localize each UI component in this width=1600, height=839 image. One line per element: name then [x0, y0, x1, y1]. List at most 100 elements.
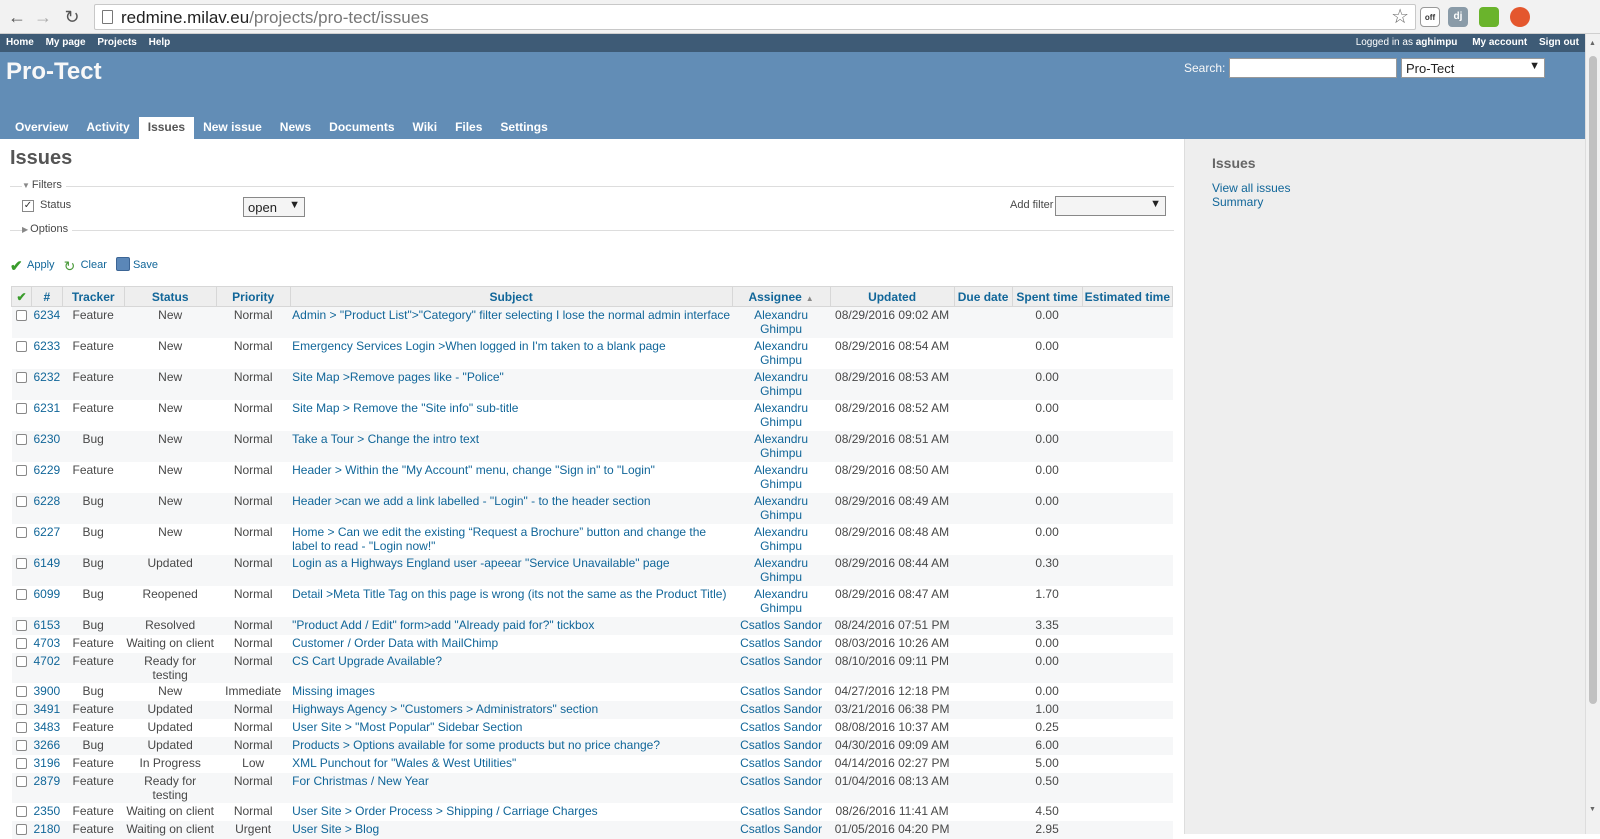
table-row[interactable]: 6234 Feature New Normal Admin > "Product Lis… — [11, 306, 1173, 338]
issue-subject[interactable]: User Site > Order Process > Shipping / C… — [290, 802, 733, 821]
issue-assignee[interactable]: Alexandru Ghimpu — [732, 585, 831, 617]
issue-subject[interactable]: Detail >Meta Title Tag on this page is w… — [290, 585, 733, 617]
issue-id[interactable]: 3491 — [31, 700, 63, 719]
column-header-due-date[interactable]: Due date — [953, 286, 1013, 307]
issue-assignee[interactable]: Csatlos Sandor — [732, 652, 831, 683]
bookmark-star-icon[interactable]: ☆ — [1391, 5, 1409, 29]
row-checkbox[interactable] — [11, 368, 32, 400]
row-checkbox[interactable] — [11, 718, 32, 737]
tab-settings[interactable]: Settings — [491, 117, 556, 139]
issue-subject[interactable]: Site Map > Remove the "Site info" sub-ti… — [290, 399, 733, 431]
issue-assignee[interactable]: Csatlos Sandor — [732, 736, 831, 755]
table-row[interactable]: 3483 Feature Updated Normal User Site > "Mos… — [11, 718, 1173, 737]
issue-subject[interactable]: Products > Options available for some pr… — [290, 736, 733, 755]
issue-id[interactable]: 4703 — [31, 634, 63, 653]
apply-button[interactable]: Apply — [27, 259, 55, 271]
row-checkbox[interactable] — [11, 754, 32, 773]
row-checkbox[interactable] — [11, 523, 32, 555]
column-header-id[interactable]: # — [30, 286, 63, 307]
issue-id[interactable]: 3266 — [31, 736, 63, 755]
table-row[interactable]: 2180 Feature Waiting on client Urgent User S… — [11, 820, 1173, 839]
row-checkbox[interactable] — [11, 430, 32, 462]
table-row[interactable]: 4702 Feature Ready for testing Normal CS Car… — [11, 652, 1173, 683]
table-row[interactable]: 6227 Bug New Normal Home > Can we edit the e… — [11, 523, 1173, 555]
row-checkbox[interactable] — [11, 736, 32, 755]
table-row[interactable]: 2350 Feature Waiting on client Normal User S… — [11, 802, 1173, 821]
issue-assignee[interactable]: Csatlos Sandor — [732, 754, 831, 773]
issue-id[interactable]: 2180 — [31, 820, 63, 839]
extension-dj-icon[interactable]: dj — [1448, 7, 1468, 27]
row-checkbox[interactable] — [11, 585, 32, 617]
extension-green-icon[interactable] — [1479, 7, 1499, 27]
table-row[interactable]: 6153 Bug Resolved Normal "Product Add / Edit… — [11, 616, 1173, 635]
table-row[interactable]: 6233 Feature New Normal Emergency Services L… — [11, 337, 1173, 369]
row-checkbox[interactable] — [11, 337, 32, 369]
issue-subject[interactable]: CS Cart Upgrade Available? — [290, 652, 733, 683]
tab-activity[interactable]: Activity — [77, 117, 138, 139]
issue-id[interactable]: 3483 — [31, 718, 63, 737]
issue-subject[interactable]: User Site > Blog — [290, 820, 733, 839]
issue-subject[interactable]: Highways Agency > "Customers > Administr… — [290, 700, 733, 719]
table-row[interactable]: 2879 Feature Ready for testing Normal For Ch… — [11, 772, 1173, 803]
forward-arrow-icon[interactable]: → — [32, 6, 54, 28]
row-checkbox[interactable] — [11, 616, 32, 635]
issue-subject[interactable]: Home > Can we edit the existing “Request… — [290, 523, 733, 555]
issue-assignee[interactable]: Alexandru Ghimpu — [732, 492, 831, 524]
column-header-updated[interactable]: Updated — [829, 286, 955, 307]
back-arrow-icon[interactable]: ← — [6, 6, 28, 28]
issue-id[interactable]: 6234 — [31, 306, 63, 338]
issue-assignee[interactable]: Alexandru Ghimpu — [732, 430, 831, 462]
table-row[interactable]: 6230 Bug New Normal Take a Tour > Change the… — [11, 430, 1173, 462]
my-account-link[interactable]: My account — [1472, 37, 1527, 48]
row-checkbox[interactable] — [11, 802, 32, 821]
status-operator-select[interactable]: open ▼ — [243, 197, 305, 217]
top-menu-projects[interactable]: Projects — [97, 37, 136, 48]
table-row[interactable]: 6228 Bug New Normal Header >can we add a lin… — [11, 492, 1173, 524]
sign-out-link[interactable]: Sign out — [1539, 37, 1579, 48]
row-checkbox[interactable] — [11, 399, 32, 431]
column-header-status[interactable]: Status — [123, 286, 217, 307]
table-row[interactable]: 3491 Feature Updated Normal Highways Agency … — [11, 700, 1173, 719]
column-header-subject[interactable]: Subject — [289, 286, 733, 307]
table-row[interactable]: 6229 Feature New Normal Header > Within the … — [11, 461, 1173, 493]
issue-subject[interactable]: Header > Within the "My Account" menu, c… — [290, 461, 733, 493]
issue-subject[interactable]: Missing images — [290, 682, 733, 701]
save-button[interactable]: Save — [133, 259, 158, 271]
issue-assignee[interactable]: Alexandru Ghimpu — [732, 306, 831, 338]
logged-user[interactable]: aghimpu — [1416, 37, 1458, 48]
issue-assignee[interactable]: Alexandru Ghimpu — [732, 523, 831, 555]
issue-id[interactable]: 6227 — [31, 523, 63, 555]
issue-subject[interactable]: Header >can we add a link labelled - "Lo… — [290, 492, 733, 524]
table-row[interactable]: 3196 Feature In Progress Low XML Punchout fo… — [11, 754, 1173, 773]
issue-assignee[interactable]: Alexandru Ghimpu — [732, 554, 831, 586]
tab-overview[interactable]: Overview — [6, 117, 77, 139]
status-filter-checkbox[interactable]: ✓ — [22, 200, 34, 212]
issue-subject[interactable]: Site Map >Remove pages like - "Police" — [290, 368, 733, 400]
issue-id[interactable]: 6233 — [31, 337, 63, 369]
tab-documents[interactable]: Documents — [320, 117, 403, 139]
issue-assignee[interactable]: Csatlos Sandor — [732, 700, 831, 719]
issue-id[interactable]: 6149 — [31, 554, 63, 586]
issue-assignee[interactable]: Csatlos Sandor — [732, 616, 831, 635]
extension-red-icon[interactable] — [1510, 7, 1530, 27]
issue-id[interactable]: 6231 — [31, 399, 63, 431]
row-checkbox[interactable] — [11, 772, 32, 803]
issue-subject[interactable]: User Site > "Most Popular" Sidebar Secti… — [290, 718, 733, 737]
filters-toggle[interactable]: ▼ Filters — [22, 179, 66, 191]
issue-assignee[interactable]: Csatlos Sandor — [732, 802, 831, 821]
issue-id[interactable]: 4702 — [31, 652, 63, 683]
issue-assignee[interactable]: Alexandru Ghimpu — [732, 461, 831, 493]
issue-assignee[interactable]: Csatlos Sandor — [732, 682, 831, 701]
add-filter-select[interactable]: ▼ — [1055, 196, 1166, 216]
page-scrollbar[interactable]: ▲ ▼ — [1585, 34, 1600, 834]
top-menu-my-page[interactable]: My page — [46, 37, 86, 48]
issue-id[interactable]: 6153 — [31, 616, 63, 635]
column-header-priority[interactable]: Priority — [215, 286, 291, 307]
scroll-up-icon[interactable]: ▲ — [1589, 40, 1596, 47]
project-jump-select[interactable]: Pro-Tect ▼ — [1401, 58, 1545, 78]
clear-button[interactable]: Clear — [81, 259, 107, 271]
row-checkbox[interactable] — [11, 306, 32, 338]
issue-assignee[interactable]: Csatlos Sandor — [732, 772, 831, 803]
issue-subject[interactable]: Emergency Services Login >When logged in… — [290, 337, 733, 369]
issue-id[interactable]: 2350 — [31, 802, 63, 821]
